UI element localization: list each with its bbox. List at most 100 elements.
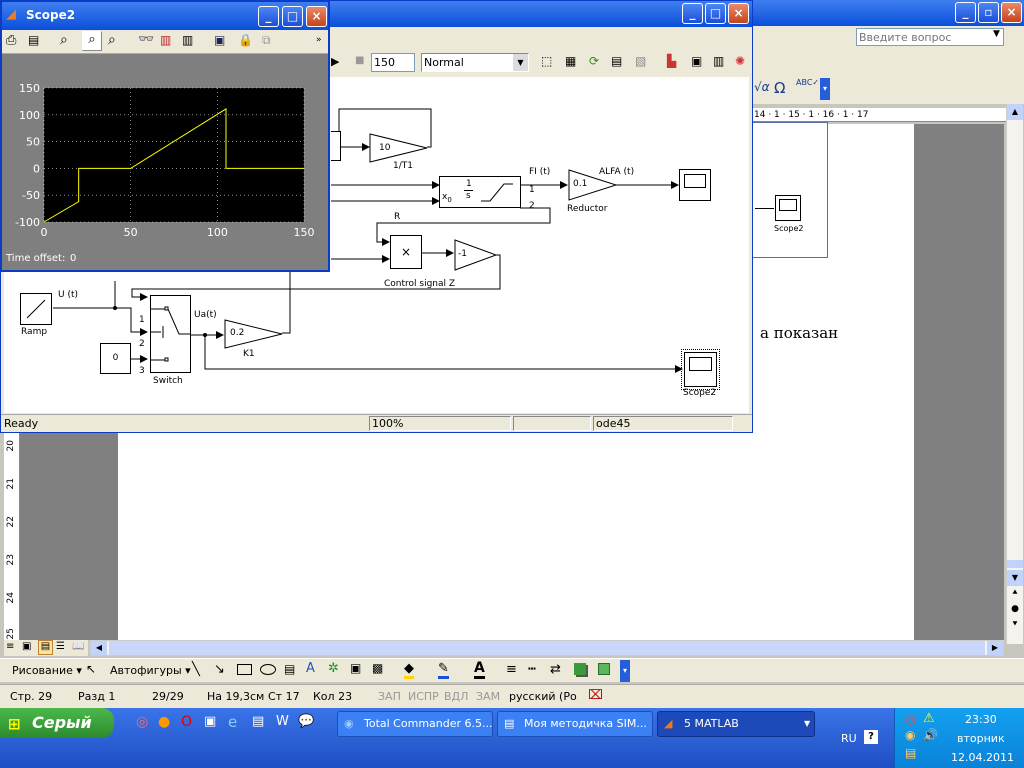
hscroll-thumb[interactable]: [109, 641, 985, 655]
tray-target-icon[interactable]: ◎: [905, 712, 916, 727]
messenger-icon[interactable]: 💬: [298, 714, 314, 729]
scope-minimize-button[interactable]: _: [258, 6, 279, 27]
gain-block-input[interactable]: [331, 131, 341, 161]
task-matlab-group[interactable]: ◢ 5 MATLAB ▼: [657, 711, 815, 737]
clipart-icon[interactable]: ▣: [350, 661, 361, 675]
arrow-style-icon[interactable]: ⇄: [550, 662, 561, 677]
ask-question-dropdown-icon[interactable]: ▼: [993, 29, 1000, 39]
ramp-label: Ramp: [21, 327, 48, 337]
3d-style-icon[interactable]: [598, 663, 610, 675]
ask-question-input[interactable]: [856, 28, 1004, 46]
ramp-block[interactable]: [20, 293, 52, 325]
task-word-document[interactable]: ▤ Моя методичка SIM...: [497, 711, 653, 737]
language-indicator[interactable]: RU: [841, 732, 857, 745]
switch-block[interactable]: [150, 295, 191, 373]
dash-style-icon[interactable]: ┅: [528, 662, 536, 677]
vertical-scrollbar[interactable]: ▲ ▼ ⯅ ● ⯆: [1006, 104, 1023, 644]
zoom-x-icon[interactable]: ⌕: [82, 31, 102, 51]
textbox-tool-icon[interactable]: ▤: [284, 662, 295, 676]
help-icon[interactable]: ?: [864, 730, 878, 744]
ie-icon[interactable]: e: [228, 713, 237, 731]
autoshapes-menu[interactable]: Автофигуры ▾: [110, 664, 191, 677]
horizontal-scrollbar[interactable]: ◀ ▶: [90, 640, 1004, 656]
scroll-thumb[interactable]: [1007, 560, 1023, 568]
notepad-icon[interactable]: ▤: [252, 714, 264, 729]
web-view-icon[interactable]: ▣: [22, 641, 31, 652]
word-minimize-button[interactable]: _: [955, 2, 976, 23]
scroll-up-icon[interactable]: ▲: [1007, 104, 1023, 120]
status-language[interactable]: русский (Ро: [509, 690, 577, 703]
select-objects-icon[interactable]: ↖: [86, 662, 96, 676]
integrator-block[interactable]: x0 1 s: [439, 176, 521, 208]
status-ovr[interactable]: ЗАМ: [476, 690, 500, 703]
diagram-icon[interactable]: ✲: [328, 661, 339, 676]
opera-icon[interactable]: O: [181, 714, 192, 730]
hscroll-left-icon[interactable]: ◀: [91, 641, 107, 655]
spellcheck-icon[interactable]: ABC✓: [796, 78, 819, 87]
word-close-button[interactable]: ×: [1001, 2, 1022, 23]
drawing-options-icon[interactable]: ▾: [620, 660, 630, 682]
parameters-icon[interactable]: ▤: [28, 33, 39, 47]
signal-selection-icon[interactable]: ⧉: [262, 33, 271, 48]
next-page-icon[interactable]: ⯆: [1007, 620, 1023, 634]
line-style-icon[interactable]: ≡: [506, 662, 517, 677]
normal-view-icon[interactable]: ≡: [6, 641, 14, 652]
print-icon[interactable]: ⎙: [6, 33, 16, 48]
tray-volume-icon[interactable]: 🔊: [923, 728, 938, 742]
print-view-icon[interactable]: ▤: [38, 640, 53, 655]
scope-maximize-button[interactable]: □: [282, 6, 303, 27]
scope2-block-label: Scope2: [683, 388, 717, 398]
font-color-icon[interactable]: A: [474, 660, 485, 679]
arrow-tool-icon[interactable]: ↘: [214, 662, 225, 677]
line-color-icon[interactable]: ✎: [438, 661, 449, 679]
start-button[interactable]: ⊞ Серый: [0, 708, 114, 738]
line-tool-icon[interactable]: ╲: [192, 662, 200, 677]
picture-icon[interactable]: ▩: [372, 661, 383, 675]
product-block[interactable]: ×: [390, 235, 422, 269]
scope2-block[interactable]: [681, 349, 720, 390]
zoom-icon[interactable]: ⌕: [60, 32, 68, 48]
word-icon[interactable]: W: [276, 714, 289, 729]
wordart-icon[interactable]: A: [306, 661, 315, 676]
constant-block[interactable]: 0: [100, 343, 131, 374]
save-axes-icon[interactable]: ▥: [160, 33, 171, 47]
omega-symbol-icon[interactable]: Ω: [774, 79, 785, 97]
autoscale-icon[interactable]: 👓: [138, 32, 154, 47]
firefox-icon[interactable]: ●: [158, 714, 170, 730]
scope-titlebar: ◢ Scope2: [2, 2, 328, 30]
word-restore-button[interactable]: ▫: [978, 2, 999, 23]
lock-axes-icon[interactable]: 🔒: [238, 33, 253, 47]
shadow-style-icon[interactable]: [574, 663, 586, 675]
outline-view-icon[interactable]: ☰: [56, 641, 65, 652]
status-rec[interactable]: ЗАП: [378, 690, 401, 703]
status-trk[interactable]: ИСПР: [408, 690, 439, 703]
clock-time[interactable]: 23:30: [965, 713, 997, 726]
hscroll-right-icon[interactable]: ▶: [987, 641, 1003, 655]
gain-1t1-block[interactable]: [369, 133, 429, 163]
status-ext[interactable]: ВДЛ: [444, 690, 468, 703]
task-total-commander[interactable]: ◉ Total Commander 6.5...: [337, 711, 493, 737]
commander-icon[interactable]: ▣: [204, 714, 216, 729]
equation-icon[interactable]: √α: [754, 80, 770, 94]
alfa-scope-block[interactable]: [679, 169, 711, 201]
zoom-y-icon[interactable]: ⌕: [108, 32, 116, 48]
k1-label: K1: [243, 349, 255, 359]
floating-scope-icon[interactable]: ▣: [214, 33, 225, 47]
drawing-menu[interactable]: Рисование ▾: [12, 664, 82, 677]
spelling-status-icon[interactable]: ⌧: [588, 688, 603, 703]
tray-calendar-icon[interactable]: ▤: [905, 746, 916, 760]
toolbar-chevron-icon[interactable]: »: [316, 35, 322, 45]
scroll-down-icon[interactable]: ▼: [1007, 570, 1023, 586]
quicklaunch-icon[interactable]: ◎: [136, 714, 148, 730]
prev-page-icon[interactable]: ⯅: [1007, 588, 1023, 602]
reading-view-icon[interactable]: 📖: [72, 641, 84, 652]
toolbar-options-icon[interactable]: ▾: [820, 78, 830, 100]
tray-warning-icon[interactable]: ⚠: [923, 711, 935, 726]
scope-close-button[interactable]: ×: [306, 6, 327, 27]
rectangle-tool-icon[interactable]: [237, 664, 252, 675]
select-browse-icon[interactable]: ●: [1007, 604, 1023, 618]
oval-tool-icon[interactable]: [260, 664, 276, 675]
tray-network-icon[interactable]: ◉: [905, 728, 915, 742]
fill-color-icon[interactable]: ◆: [404, 661, 414, 679]
restore-axes-icon[interactable]: ▥: [182, 33, 193, 47]
